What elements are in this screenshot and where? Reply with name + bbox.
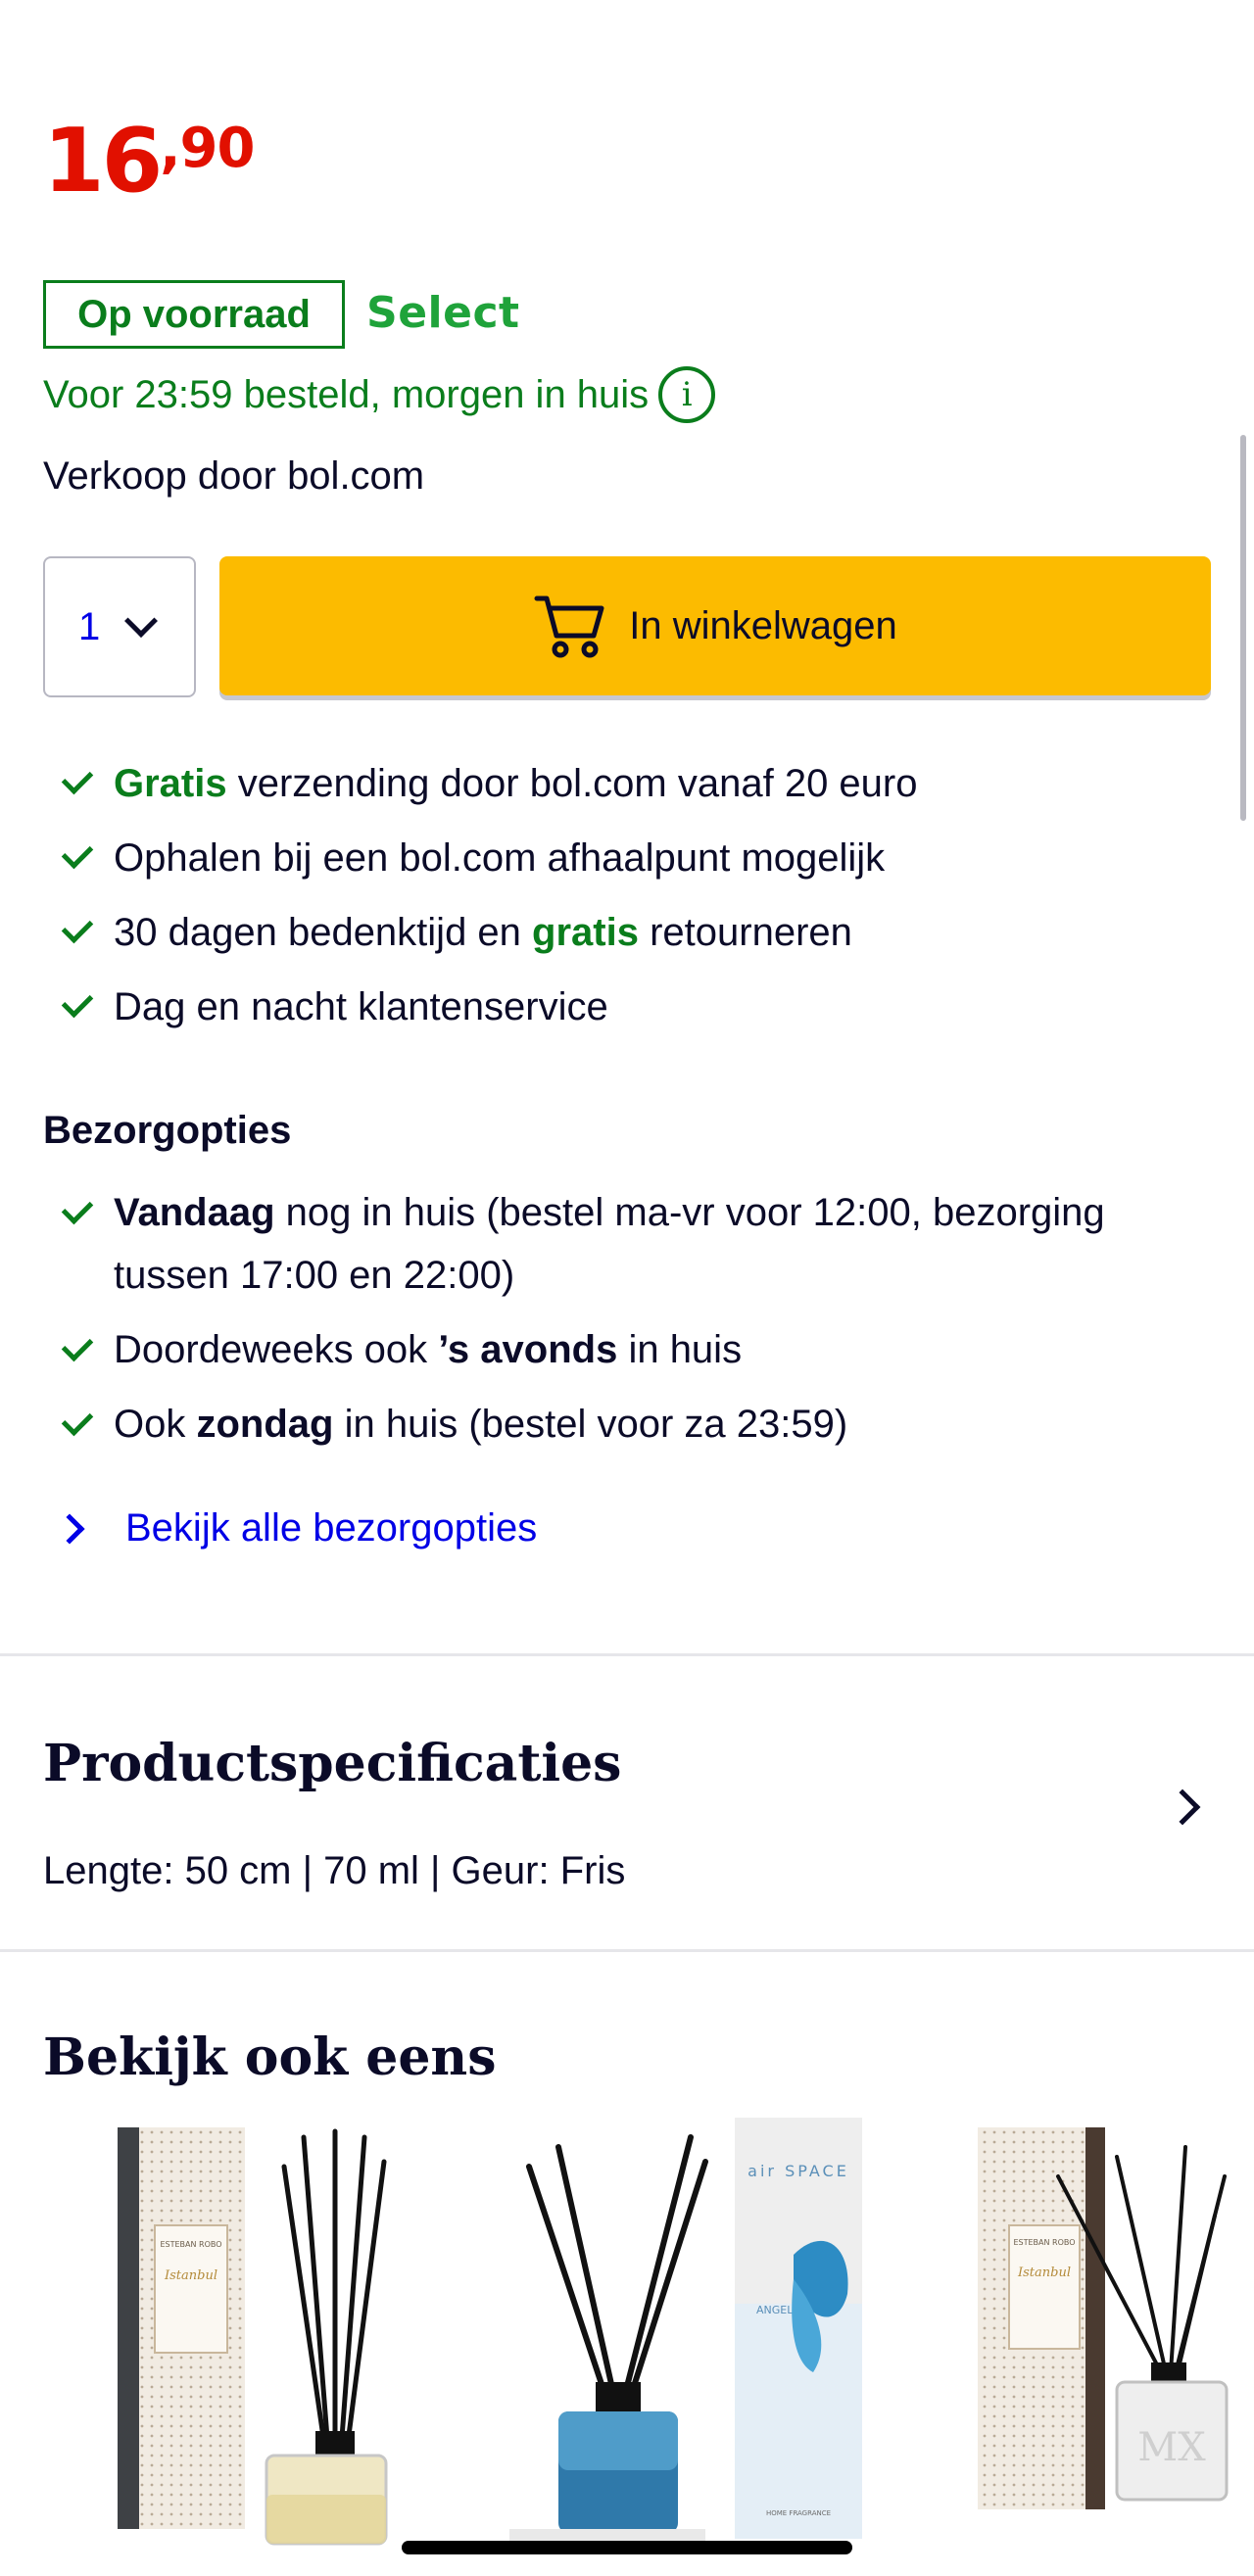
usp-highlight: Gratis <box>114 761 227 805</box>
quantity-select[interactable]: 1 <box>43 556 196 697</box>
stock-badge: Op voorraad <box>43 280 345 349</box>
product-tile[interactable]: ESTEBAN ROBO Istanbul MX <box>970 2108 1234 2549</box>
check-icon <box>61 985 94 1019</box>
usp-highlight: gratis <box>532 910 639 954</box>
add-to-cart-label: In winkelwagen <box>629 603 897 647</box>
usp-item: Ophalen bij een bol.com afhaalpunt mogel… <box>61 821 918 895</box>
also-see-title: Bekijk ook eens <box>43 2027 497 2087</box>
scrollbar[interactable] <box>1240 435 1246 821</box>
delivery-option-highlight: ’s avonds <box>438 1328 618 1371</box>
usp-text: Dag en nacht klantenservice <box>114 984 608 1028</box>
check-icon <box>61 1329 94 1362</box>
delivery-option-item: Vandaag nog in huis (bestel ma-vr voor 1… <box>61 1181 1225 1307</box>
price-cents-value: 90 <box>179 117 256 180</box>
product-tile[interactable]: ESTEBAN ROBO Istanbul <box>108 2108 392 2549</box>
delivery-option-item: Ook zondag in huis (bestel voor za 23:59… <box>61 1393 1225 1455</box>
specifications-title: Productspecificaties <box>43 1734 622 1793</box>
delivery-options-title: Bezorgopties <box>43 1109 292 1152</box>
usp-text: verzending door bol.com vanaf 20 euro <box>226 761 918 805</box>
product-box-footer: HOME FRAGRANCE <box>766 2509 831 2517</box>
delivery-option-highlight: zondag <box>196 1403 334 1446</box>
product-tile[interactable]: air SPACE ANGEL HOME FRAGRANCE <box>500 2108 872 2549</box>
delivery-option-item: Doordeweeks ook ’s avonds in huis <box>61 1318 1225 1381</box>
all-delivery-options-link[interactable]: Bekijk alle bezorgopties <box>54 1506 538 1550</box>
info-icon[interactable]: i <box>658 366 716 423</box>
section-divider <box>0 1949 1254 1952</box>
product-box-label: Istanbul <box>164 2268 217 2283</box>
product-box-brand: ESTEBAN ROBO <box>160 2240 221 2249</box>
usp-item: Dag en nacht klantenservice <box>61 970 918 1044</box>
price: 16,90 <box>43 117 256 206</box>
product-box-label: Istanbul <box>1017 2266 1071 2280</box>
usp-text: 30 dagen bedenktijd en <box>114 910 533 954</box>
chevron-right-icon <box>54 1512 85 1545</box>
usp-list: Gratis verzending door bol.com vanaf 20 … <box>61 746 918 1044</box>
add-to-cart-button[interactable]: In winkelwagen <box>219 556 1211 695</box>
svg-text:MX: MX <box>1137 2425 1206 2470</box>
chevron-right-icon[interactable] <box>1164 1789 1201 1826</box>
product-box-brand: ESTEBAN ROBO <box>1013 2238 1075 2247</box>
product-box-brand: air SPACE <box>748 2162 849 2180</box>
usp-text: retourneren <box>638 910 852 954</box>
seller-text: Verkoop door bol.com <box>43 454 425 498</box>
delivery-options-list: Vandaag nog in huis (bestel ma-vr voor 1… <box>61 1181 1225 1467</box>
usp-item: 30 dagen bedenktijd en gratis retournere… <box>61 895 918 970</box>
check-icon <box>61 836 94 870</box>
shopping-cart-icon <box>533 593 607 659</box>
check-icon <box>61 1404 94 1437</box>
reed-diffuser-image: air SPACE ANGEL HOME FRAGRANCE <box>509 2118 862 2543</box>
price-euros: 16 <box>43 110 163 213</box>
select-label[interactable]: Select <box>366 288 520 338</box>
usp-item: Gratis verzending door bol.com vanaf 20 … <box>61 746 918 821</box>
delivery-promise: Voor 23:59 besteld, morgen in huis i <box>43 366 716 423</box>
delivery-option-text: in huis <box>617 1328 743 1371</box>
reed-diffuser-image: ESTEBAN ROBO Istanbul MX <box>978 2127 1229 2509</box>
delivery-option-text: in huis (bestel voor za 23:59) <box>333 1403 848 1446</box>
section-divider <box>0 1653 1254 1656</box>
delivery-promise-text: Voor 23:59 besteld, morgen in huis <box>43 372 650 416</box>
product-box-label: ANGEL <box>756 2304 794 2316</box>
delivery-option-text: Ook <box>114 1403 197 1446</box>
check-icon <box>61 762 94 795</box>
reed-diffuser-image: ESTEBAN ROBO Istanbul <box>118 2127 388 2546</box>
price-cents: ,90 <box>160 117 256 180</box>
home-indicator[interactable] <box>402 2541 852 2554</box>
usp-text: Ophalen bij een bol.com afhaalpunt mogel… <box>114 835 886 880</box>
price-separator: , <box>160 117 180 180</box>
chevron-down-icon <box>124 604 159 638</box>
check-icon <box>61 1192 94 1225</box>
check-icon <box>61 911 94 944</box>
delivery-option-highlight: Vandaag <box>114 1191 275 1234</box>
specifications-summary: Lengte: 50 cm | 70 ml | Geur: Fris <box>43 1849 626 1892</box>
all-delivery-options-label: Bekijk alle bezorgopties <box>125 1506 538 1550</box>
quantity-value: 1 <box>78 604 101 648</box>
delivery-option-text: Doordeweeks ook <box>114 1328 439 1371</box>
